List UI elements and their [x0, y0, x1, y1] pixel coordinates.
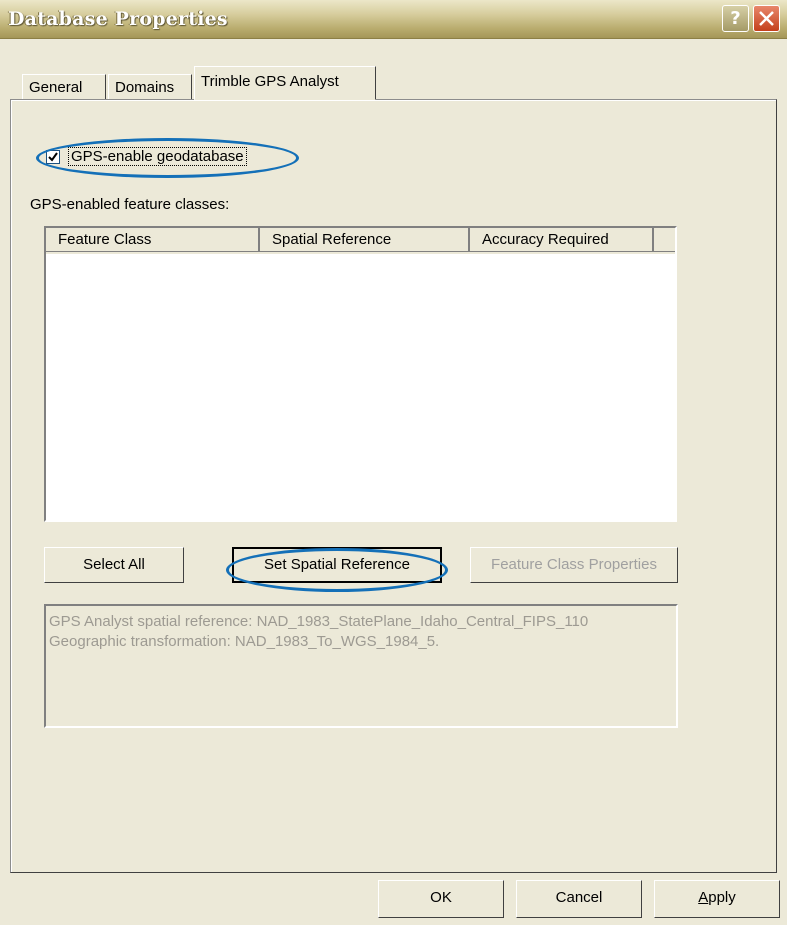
info-geographic-transformation: Geographic transformation: NAD_1983_To_W… — [49, 633, 440, 650]
gps-enable-checkbox[interactable] — [46, 150, 60, 164]
spatial-reference-info: GPS Analyst spatial reference: NAD_1983_… — [44, 604, 678, 728]
feature-class-properties-button: Feature Class Properties — [470, 547, 678, 583]
cancel-button[interactable]: Cancel — [516, 880, 642, 918]
column-header-accuracy-required[interactable]: Accuracy Required — [470, 228, 654, 252]
window-title: Database Properties — [8, 8, 228, 30]
gps-enable-label[interactable]: GPS-enable geodatabase — [68, 147, 247, 166]
list-header: Feature Class Spatial Reference Accuracy… — [46, 228, 675, 254]
help-icon: ? — [730, 8, 741, 29]
close-icon — [759, 11, 774, 26]
column-header-feature-class[interactable]: Feature Class — [46, 228, 260, 252]
set-spatial-reference-button[interactable]: Set Spatial Reference — [232, 547, 442, 583]
ok-button[interactable]: OK — [378, 880, 504, 918]
apply-button[interactable]: Apply — [654, 880, 780, 918]
title-bar[interactable]: Database Properties ? — [0, 0, 787, 39]
apply-label: pply — [708, 889, 736, 906]
tab-trimble-gps-analyst[interactable]: Trimble GPS Analyst — [194, 66, 376, 100]
tab-general[interactable]: General — [22, 74, 106, 100]
database-properties-dialog: Database Properties ? General Domains Tr… — [0, 0, 787, 925]
column-header-spatial-reference[interactable]: Spatial Reference — [260, 228, 470, 252]
close-button[interactable] — [753, 5, 780, 32]
info-spatial-reference: GPS Analyst spatial reference: NAD_1983_… — [49, 613, 589, 630]
feature-class-list[interactable]: Feature Class Spatial Reference Accuracy… — [44, 226, 677, 522]
checkmark-icon — [48, 152, 58, 162]
select-all-button[interactable]: Select All — [44, 547, 184, 583]
feature-classes-label: GPS-enabled feature classes: — [30, 196, 230, 213]
apply-mnemonic: A — [698, 889, 709, 906]
help-button[interactable]: ? — [722, 5, 749, 32]
tab-domains[interactable]: Domains — [108, 74, 192, 100]
column-header-empty — [654, 228, 675, 252]
